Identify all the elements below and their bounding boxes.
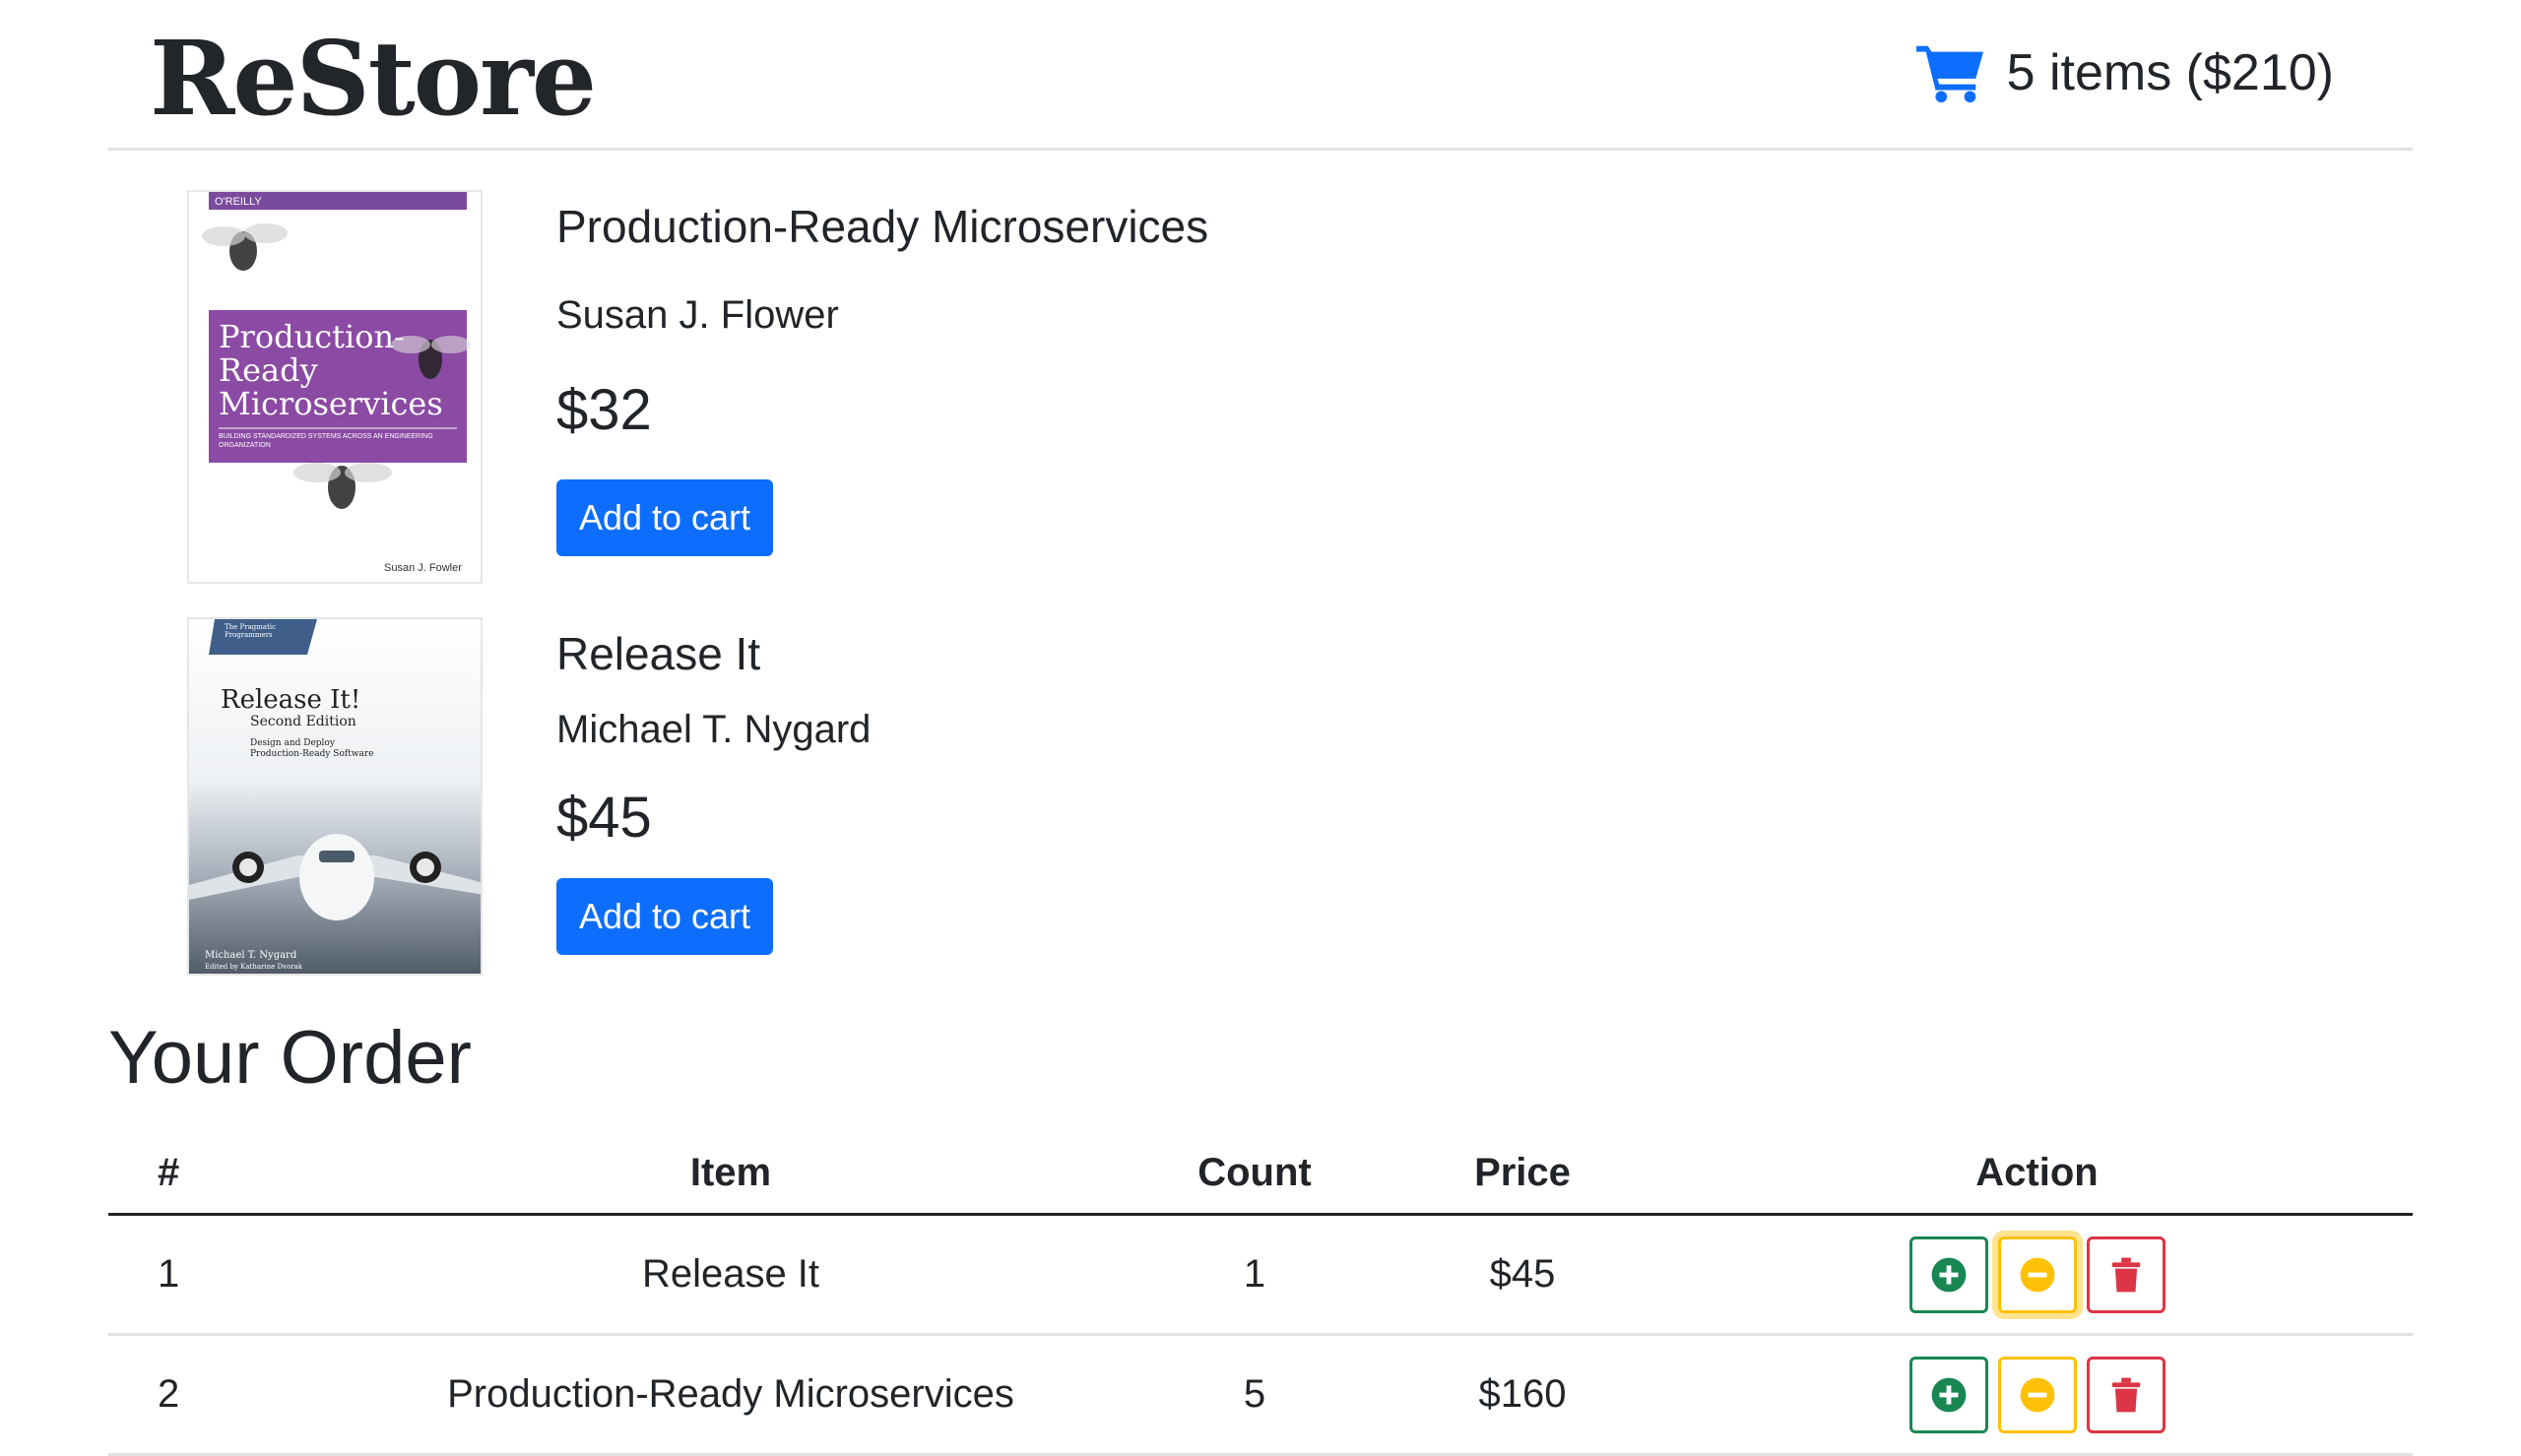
row-price: $45	[1384, 1214, 1661, 1336]
cover-title-line-1: Production-	[219, 318, 405, 355]
cover-title-line-2: Ready	[219, 351, 318, 389]
row-count: 5	[1126, 1334, 1384, 1456]
plus-circle-icon	[1931, 1257, 1966, 1292]
column-header-price: Price	[1384, 1132, 1661, 1216]
cover-tagline-2: Production-Ready Software	[250, 749, 374, 759]
remove-item-button[interactable]	[2086, 1235, 2165, 1313]
table-row: 1 Release It 1 $45	[108, 1214, 2413, 1336]
order-table-header: # Item Count Price Action	[108, 1132, 2413, 1216]
column-header-item: Item	[336, 1132, 1126, 1216]
increase-quantity-button[interactable]	[1908, 1235, 1988, 1313]
minus-circle-icon	[2020, 1377, 2054, 1412]
table-row: 2 Production-Ready Microservices 5 $160	[108, 1334, 2413, 1456]
cover-author: Susan J. Fowler	[384, 562, 462, 574]
row-number: 2	[108, 1334, 336, 1456]
row-item: Release It	[336, 1214, 1126, 1336]
row-actions	[1661, 1334, 2413, 1456]
row-number: 1	[108, 1214, 336, 1336]
trash-icon	[2111, 1257, 2140, 1292]
product-title: Production-Ready Microservices	[556, 201, 1209, 252]
brand-logo[interactable]: ReStore	[150, 20, 597, 138]
order-heading: Your Order	[108, 1016, 472, 1100]
cart-summary-text: 5 items ($210)	[2006, 44, 2334, 101]
product-cover-image: The Pragmatic Programmers Release It! Se…	[187, 617, 483, 976]
plus-circle-icon	[1931, 1377, 1966, 1412]
order-table: # Item Count Price Action 1 Release It 1…	[108, 1132, 2413, 1456]
cover-tagline-1: Design and Deploy	[250, 738, 336, 748]
trash-icon	[2111, 1377, 2140, 1412]
shopping-cart-icon	[1915, 45, 1983, 103]
cover-title: Release It!	[221, 685, 360, 715]
cover-editor: Edited by Katharine Dvorak	[205, 963, 303, 971]
minus-circle-icon	[2020, 1257, 2054, 1292]
row-item: Production-Ready Microservices	[336, 1334, 1126, 1456]
product-price: $32	[556, 378, 652, 442]
column-header-count: Count	[1126, 1132, 1384, 1216]
remove-item-button[interactable]	[2086, 1356, 2165, 1433]
product-title: Release It	[556, 628, 761, 679]
product-cover-image: O'REILLY Production- Ready Microservices…	[187, 190, 483, 584]
column-header-action: Action	[1661, 1132, 2413, 1216]
cart-summary[interactable]: 5 items ($210)	[1915, 37, 2334, 108]
product-author: Michael T. Nygard	[556, 708, 872, 751]
row-count: 1	[1126, 1214, 1384, 1336]
row-price: $160	[1384, 1334, 1661, 1456]
increase-quantity-button[interactable]	[1908, 1356, 1988, 1433]
decrease-quantity-button[interactable]	[1997, 1235, 2077, 1313]
add-to-cart-button[interactable]: Add to cart	[556, 479, 773, 556]
row-actions	[1661, 1214, 2413, 1336]
navbar: ReStore 5 items ($210)	[108, 0, 2413, 151]
cover-publisher: O'REILLY	[215, 196, 262, 208]
decrease-quantity-button[interactable]	[1997, 1356, 2077, 1433]
cover-edition: Second Edition	[250, 714, 356, 729]
cover-author: Michael T. Nygard	[205, 950, 297, 961]
add-to-cart-button[interactable]: Add to cart	[556, 878, 773, 955]
cover-subtitle: BUILDING STANDARDIZED SYSTEMS ACROSS AN …	[219, 433, 433, 449]
cover-publisher: The Pragmatic Programmers	[225, 623, 277, 639]
cover-title-line-3: Microservices	[219, 385, 443, 422]
product-author: Susan J. Flower	[556, 293, 839, 337]
product-price: $45	[556, 786, 652, 850]
column-header-number: #	[108, 1132, 336, 1216]
